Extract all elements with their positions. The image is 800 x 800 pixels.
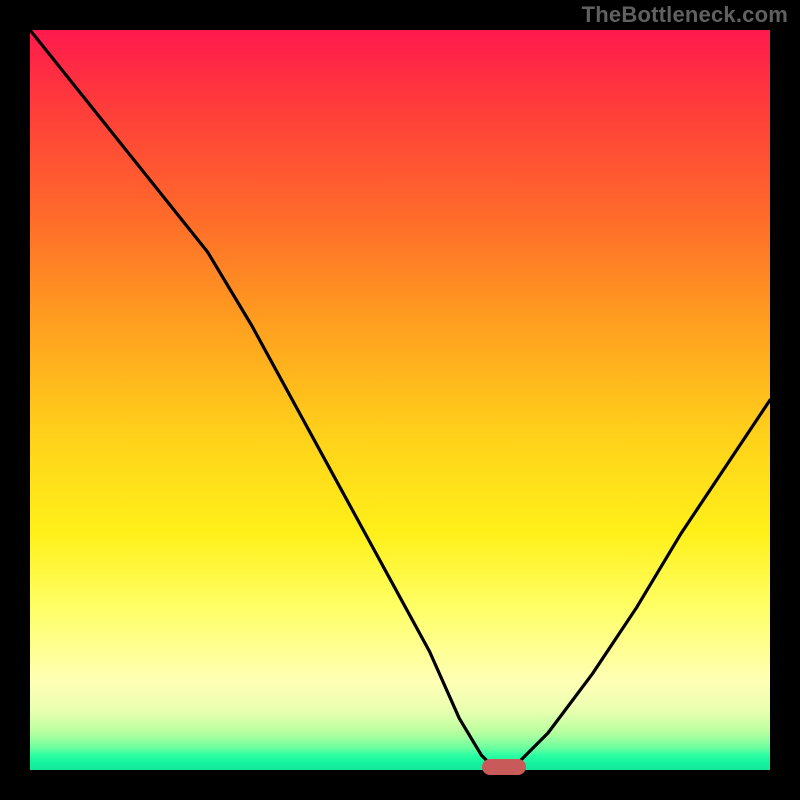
watermark-text: TheBottleneck.com	[582, 2, 788, 28]
bottleneck-curve	[30, 30, 770, 770]
curve-path	[30, 30, 770, 770]
chart-frame: TheBottleneck.com	[0, 0, 800, 800]
plot-area	[30, 30, 770, 770]
optimal-marker	[482, 759, 526, 775]
